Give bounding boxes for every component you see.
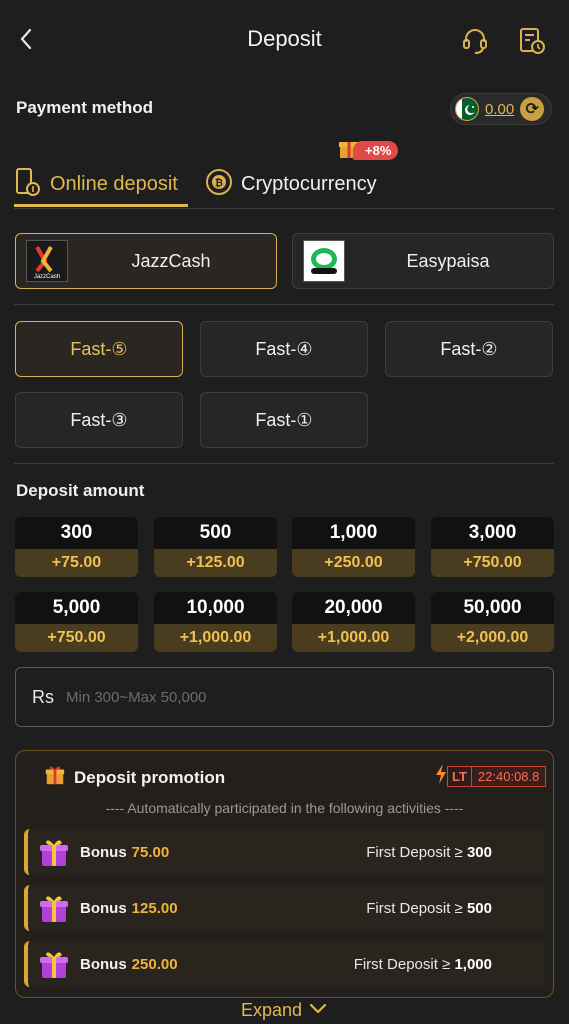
amount-bonus: +2,000.00 bbox=[431, 624, 554, 652]
amount-value: 500 bbox=[199, 522, 232, 543]
channel-jazzcash-label: JazzCash bbox=[131, 251, 211, 271]
amount-value: 300 bbox=[60, 522, 93, 543]
fast-option-5[interactable]: Fast-⑤ bbox=[15, 321, 183, 377]
payment-method-label: Payment method bbox=[16, 98, 153, 117]
amount-value: 10,000 bbox=[186, 597, 245, 618]
promotion-row: Bonus 125.00 First Deposit ≥ 500 bbox=[24, 885, 544, 931]
amount-bonus: +125.00 bbox=[154, 549, 277, 577]
lt-label: LT bbox=[447, 766, 472, 787]
amount-tile[interactable]: 50,000 +2,000.00 bbox=[431, 592, 554, 652]
amount-value: 20,000 bbox=[324, 597, 383, 618]
bonus-value: 125.00 bbox=[131, 899, 178, 917]
channel-easypaisa[interactable]: Easypaisa bbox=[292, 233, 554, 289]
amount-tile[interactable]: 20,000 +1,000.00 bbox=[292, 592, 415, 652]
tab-cryptocurrency-label: Cryptocurrency bbox=[241, 172, 377, 195]
amount-tile[interactable]: 1,000 +250.00 bbox=[292, 517, 415, 577]
tab-online-deposit[interactable]: Online deposit bbox=[14, 160, 178, 208]
gift-box-icon bbox=[38, 837, 70, 867]
deposit-records-icon[interactable] bbox=[517, 26, 547, 56]
amount-input[interactable] bbox=[66, 688, 506, 706]
limited-time-badge: LT 22:40:08.8 bbox=[435, 764, 547, 789]
amount-bonus: +75.00 bbox=[15, 549, 138, 577]
condition-text: First Deposit ≥ bbox=[366, 843, 463, 861]
condition-text: First Deposit ≥ bbox=[353, 955, 451, 973]
amount-tile[interactable]: 500 +125.00 bbox=[154, 517, 277, 577]
amount-value: 50,000 bbox=[463, 597, 522, 618]
tab-cryptocurrency[interactable]: ₿ Cryptocurrency bbox=[205, 160, 377, 208]
tab-online-deposit-label: Online deposit bbox=[50, 172, 178, 195]
condition-text: First Deposit ≥ bbox=[366, 899, 463, 917]
amount-bonus: +750.00 bbox=[431, 549, 554, 577]
channels-divider bbox=[14, 304, 554, 305]
amount-value: 1,000 bbox=[329, 522, 378, 543]
promotion-row: Bonus 75.00 First Deposit ≥ 300 bbox=[24, 829, 544, 875]
crypto-bonus-badge: +8% bbox=[337, 138, 399, 162]
crypto-bonus-percent: +8% bbox=[353, 140, 399, 160]
bonus-condition: First Deposit ≥ 500 bbox=[366, 900, 492, 917]
amount-tile[interactable]: 5,000 +750.00 bbox=[15, 592, 138, 652]
bonus-label: Bonus bbox=[80, 955, 127, 973]
promotion-title: Deposit promotion bbox=[74, 767, 226, 787]
bonus-condition: First Deposit ≥ 300 bbox=[366, 844, 492, 861]
gift-box-icon bbox=[38, 949, 70, 979]
easypaisa-logo-icon bbox=[303, 240, 345, 282]
jazzcash-logo-icon: JazzCash bbox=[26, 240, 68, 282]
refresh-icon[interactable]: ⟳ bbox=[520, 97, 545, 121]
promotion-row: Bonus 250.00 First Deposit ≥ 1,000 bbox=[24, 941, 544, 987]
fast-option-1[interactable]: Fast-① bbox=[200, 392, 368, 448]
condition-value: 500 bbox=[466, 899, 492, 917]
fast-option-2[interactable]: Fast-② bbox=[385, 321, 553, 377]
balance-pill: 0.00 ⟳ bbox=[450, 93, 552, 125]
fast-option-4[interactable]: Fast-④ bbox=[200, 321, 368, 377]
countdown-timer: 22:40:08.8 bbox=[471, 766, 547, 787]
amount-input-field[interactable]: Rs bbox=[15, 667, 554, 727]
bonus-label: Bonus bbox=[80, 899, 127, 917]
svg-text:₿: ₿ bbox=[215, 177, 223, 189]
promotion-header: Deposit promotion bbox=[44, 764, 225, 791]
active-tab-underline bbox=[14, 204, 188, 207]
chevron-down-icon bbox=[308, 1000, 328, 1021]
channel-jazzcash[interactable]: JazzCash JazzCash bbox=[15, 233, 277, 289]
gift-box-icon bbox=[38, 893, 70, 923]
pakistan-flag-icon bbox=[455, 97, 479, 121]
auto-participate-note: ---- Automatically participated in the f… bbox=[105, 800, 464, 816]
expand-label: Expand bbox=[240, 1000, 303, 1020]
bonus-condition: First Deposit ≥ 1,000 bbox=[354, 956, 492, 973]
amount-tile[interactable]: 3,000 +750.00 bbox=[431, 517, 554, 577]
amount-value: 5,000 bbox=[52, 597, 101, 618]
customer-support-icon[interactable] bbox=[460, 26, 490, 56]
amount-tile[interactable]: 300 +75.00 bbox=[15, 517, 138, 577]
svg-text:JazzCash: JazzCash bbox=[34, 274, 60, 280]
bonus-value: 250.00 bbox=[131, 955, 178, 973]
expand-button[interactable]: Expand bbox=[0, 1000, 569, 1021]
bitcoin-icon: ₿ bbox=[205, 168, 233, 201]
bonus-value: 75.00 bbox=[131, 843, 170, 861]
amount-bonus: +250.00 bbox=[292, 549, 415, 577]
bonus-label: Bonus bbox=[80, 843, 127, 861]
amount-tile[interactable]: 10,000 +1,000.00 bbox=[154, 592, 277, 652]
balance-value[interactable]: 0.00 bbox=[485, 101, 514, 118]
fast-option-3[interactable]: Fast-③ bbox=[15, 392, 183, 448]
lightning-icon bbox=[435, 764, 447, 789]
channel-easypaisa-label: Easypaisa bbox=[406, 251, 490, 271]
currency-label: Rs bbox=[32, 686, 54, 707]
amount-bonus: +750.00 bbox=[15, 624, 138, 652]
deposit-amount-label: Deposit amount bbox=[16, 481, 145, 500]
condition-value: 300 bbox=[466, 843, 492, 861]
amount-bonus: +1,000.00 bbox=[154, 624, 277, 652]
amount-bonus: +1,000.00 bbox=[292, 624, 415, 652]
gift-icon bbox=[44, 764, 66, 791]
amount-value: 3,000 bbox=[468, 522, 517, 543]
tabs-divider bbox=[14, 208, 554, 209]
fast-divider bbox=[14, 463, 554, 464]
phone-deposit-icon bbox=[14, 167, 42, 202]
condition-value: 1,000 bbox=[454, 955, 492, 973]
